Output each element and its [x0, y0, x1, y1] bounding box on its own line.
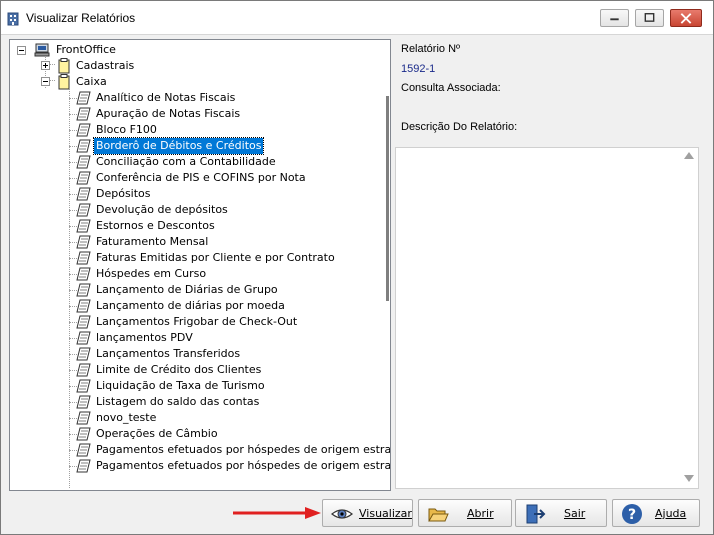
- scroll-down-icon[interactable]: [684, 475, 694, 482]
- report-icon: [76, 219, 91, 233]
- report-icon: [76, 187, 91, 201]
- report-icon: [76, 427, 91, 441]
- report-icon: [76, 171, 91, 185]
- tree-report-label: Operações de Câmbio: [96, 427, 218, 440]
- tree-group-label: Caixa: [76, 75, 107, 88]
- tree-report-label: Bloco F100: [96, 123, 157, 136]
- exit-door-icon: [526, 504, 546, 524]
- report-icon: [76, 363, 91, 377]
- report-icon: [76, 123, 91, 137]
- tree-group-label: Cadastrais: [76, 59, 135, 72]
- report-icon: [76, 315, 91, 329]
- report-icon: [76, 91, 91, 105]
- report-icon: [76, 379, 91, 393]
- report-icon: [76, 411, 91, 425]
- tree-report-label: Lançamentos Transferidos: [96, 347, 241, 360]
- tree-report-label: Faturamento Mensal: [96, 235, 209, 248]
- tree-vertical-scrollbar[interactable]: [386, 96, 389, 301]
- computer-icon: [34, 43, 50, 57]
- scroll-up-icon[interactable]: [684, 152, 694, 159]
- tree-report-label: Hóspedes em Curso: [96, 267, 207, 280]
- report-number-value: 1592-1: [401, 63, 436, 75]
- exit-button[interactable]: Sair: [515, 499, 607, 527]
- description-textbox[interactable]: [395, 147, 699, 489]
- report-tree[interactable]: FrontOffice Cadastrais Caixa Analítico d…: [9, 39, 391, 491]
- tree-report-label: Pagamentos efetuados por hóspedes de ori…: [96, 459, 391, 472]
- tree-report-label: Analítico de Notas Fiscais: [96, 91, 236, 104]
- tree-report-label: Conferência de PIS e COFINS por Nota: [96, 171, 306, 184]
- report-icon: [76, 395, 91, 409]
- report-icon: [76, 155, 91, 169]
- action-bar: Visualizar Abrir Sair ? Ajuda: [1, 493, 713, 535]
- open-folder-icon: [428, 508, 449, 522]
- open-button-label: Abrir: [467, 507, 494, 520]
- view-button-label: Visualizar: [359, 507, 412, 520]
- tree-report-label: Lançamentos Frigobar de Check-Out: [96, 315, 298, 328]
- root-collapse-toggle[interactable]: [17, 46, 26, 55]
- maximize-icon: [644, 13, 655, 22]
- report-icon: [76, 331, 91, 345]
- report-icon: [76, 107, 91, 121]
- svg-text:?: ?: [628, 507, 636, 523]
- minimize-button[interactable]: [600, 9, 629, 27]
- tree-report-label: Liquidação de Taxa de Turismo: [96, 379, 265, 392]
- report-icon: [76, 459, 91, 473]
- tree-report-label: Faturas Emitidas por Cliente e por Contr…: [96, 251, 335, 264]
- report-icon: [76, 203, 91, 217]
- tree-report-label: lançamentos PDV: [96, 331, 193, 344]
- report-icon: [76, 283, 91, 297]
- tree-report-label: Lançamento de diárias por moeda: [96, 299, 285, 312]
- tree-report-label: Listagem do saldo das contas: [96, 395, 260, 408]
- query-label: Consulta Associada:: [401, 82, 501, 94]
- tree-report-label: Borderô de Débitos e Créditos: [92, 137, 265, 155]
- maximize-button[interactable]: [635, 9, 664, 27]
- folder-icon: [58, 58, 70, 74]
- tree-report-label: Devolução de depósitos: [96, 203, 228, 216]
- tree-report-label: Apuração de Notas Fiscais: [96, 107, 241, 120]
- report-icon: [76, 235, 91, 249]
- open-button[interactable]: Abrir: [418, 499, 512, 527]
- exit-button-label: Sair: [564, 507, 586, 520]
- tree-root-label: FrontOffice: [56, 43, 116, 56]
- view-button[interactable]: Visualizar: [322, 499, 413, 527]
- help-button[interactable]: ? Ajuda: [612, 499, 700, 527]
- help-button-label: Ajuda: [655, 507, 687, 520]
- tree-report-label: Estornos e Descontos: [96, 219, 215, 232]
- report-icon: [76, 443, 91, 457]
- report-details-panel: Relatório Nº 1592-1 Consulta Associada: …: [395, 39, 703, 491]
- tree-report-label: novo_teste: [96, 411, 157, 424]
- close-icon: [680, 13, 692, 24]
- tree-report-label: Lançamento de Diárias de Grupo: [96, 283, 278, 296]
- report-icon: [76, 299, 91, 313]
- tree-report-label: Limite de Crédito dos Clientes: [96, 363, 262, 376]
- report-icon: [76, 267, 91, 281]
- cadastrais-expand-toggle[interactable]: [41, 61, 50, 70]
- caixa-collapse-toggle[interactable]: [41, 77, 50, 86]
- minimize-icon: [610, 18, 619, 21]
- description-label: Descrição Do Relatório:: [401, 121, 518, 133]
- close-button[interactable]: [670, 9, 702, 27]
- building-icon: [7, 12, 19, 26]
- title-bar[interactable]: Visualizar Relatórios: [1, 1, 713, 35]
- eye-icon: [331, 509, 353, 519]
- report-icon: [76, 347, 91, 361]
- tree-report-label: Depósitos: [96, 187, 151, 200]
- tree-report-label: Pagamentos efetuados por hóspedes de ori…: [96, 443, 391, 456]
- window-title: Visualizar Relatórios: [26, 11, 136, 25]
- report-viewer-window: Visualizar Relatórios FrontOffice Cadast…: [0, 0, 714, 535]
- report-icon: [76, 139, 91, 153]
- tree-report-label: Conciliação com a Contabilidade: [96, 155, 276, 168]
- report-icon: [76, 251, 91, 265]
- help-icon: ?: [622, 504, 642, 524]
- report-number-label: Relatório Nº: [401, 43, 461, 55]
